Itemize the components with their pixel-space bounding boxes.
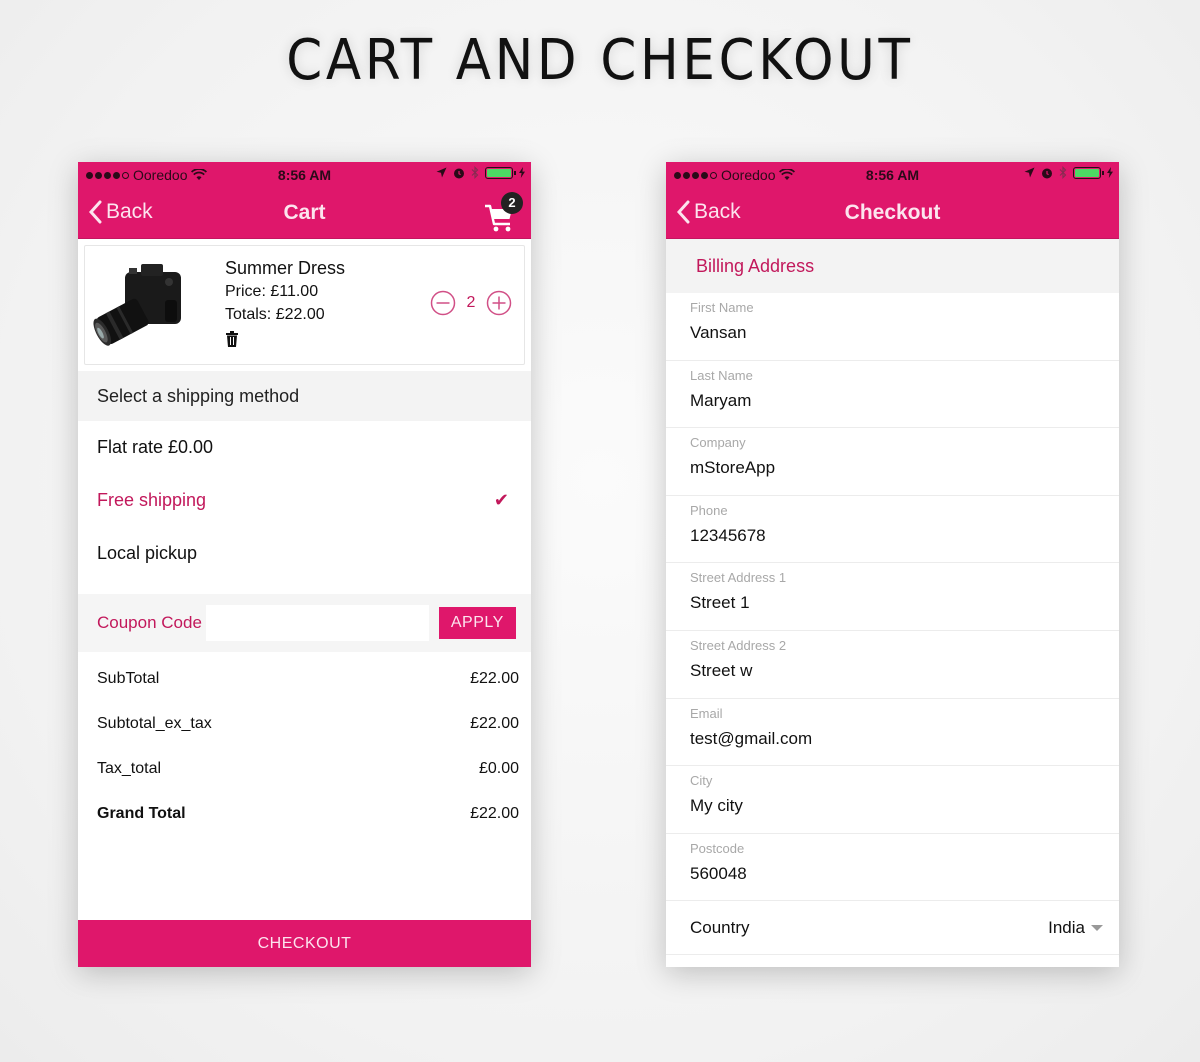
- total-label: Subtotal_ex_tax: [97, 714, 212, 732]
- location-arrow-icon: [436, 167, 447, 178]
- product-price: Price: £11.00: [225, 283, 319, 300]
- alarm-icon: [454, 168, 464, 178]
- field-label: First Name: [690, 300, 754, 315]
- charging-bolt-icon: [1107, 167, 1113, 178]
- charging-bolt-icon: [519, 167, 525, 178]
- field-postcode: Postcode: [666, 834, 1119, 902]
- field-street-address-2: Street Address 2: [666, 631, 1119, 699]
- cart-screen: Ooredoo 8:56 AM Back Cart 2 Summer Dress…: [78, 162, 531, 967]
- battery-icon: [1073, 166, 1104, 179]
- city-input[interactable]: [690, 796, 1090, 817]
- field-label: Company: [690, 435, 746, 451]
- back-button[interactable]: Back: [88, 200, 153, 224]
- cart-button[interactable]: 2: [483, 192, 523, 234]
- field-label: Last Name: [690, 367, 753, 383]
- total-value: £22.00: [470, 804, 519, 822]
- alarm-icon: [1042, 168, 1052, 178]
- apply-coupon-button[interactable]: APPLY: [438, 607, 516, 639]
- field-first-name: First Name: [666, 293, 1119, 361]
- cart-count-badge: 2: [501, 192, 523, 214]
- battery-icon: [485, 166, 516, 179]
- field-phone: Phone: [666, 496, 1119, 564]
- field-label: Postcode: [690, 840, 745, 856]
- field-label: Street Address 2: [690, 637, 787, 653]
- status-bar: Ooredoo 8:56 AM: [666, 162, 1119, 188]
- shipping-method-list: Flat rate £0.00 Free shipping ✔ Local pi…: [78, 421, 531, 594]
- quantity-value: 2: [466, 294, 476, 311]
- shipping-option-label: Local pickup: [97, 543, 198, 563]
- quantity-stepper: 2: [430, 290, 512, 316]
- field-email: Email: [666, 699, 1119, 767]
- field-label: Street Address 1: [690, 570, 787, 586]
- field-label: Email: [690, 705, 723, 721]
- status-bar: Ooredoo 8:56 AM: [78, 162, 531, 188]
- checkout-screen: Ooredoo 8:56 AM Back Checkout Billing Ad…: [666, 162, 1119, 967]
- shipping-method-header: Select a shipping method: [78, 371, 531, 421]
- minus-circle-icon[interactable]: [430, 290, 456, 316]
- billing-address-header: Billing Address: [666, 239, 1119, 293]
- company-input[interactable]: [690, 458, 1090, 479]
- dropdown-caret-icon: [1091, 924, 1103, 931]
- nav-bar: Back Checkout: [666, 188, 1119, 239]
- chevron-left-icon: [676, 200, 690, 224]
- shipping-option-free-shipping[interactable]: Free shipping ✔: [78, 474, 531, 527]
- field-street-address-1: Street Address 1: [666, 563, 1119, 631]
- country-label: Country: [690, 917, 750, 937]
- total-row-subtotal-ex-tax: Subtotal_ex_tax £22.00: [97, 701, 519, 746]
- last-name-input[interactable]: [690, 390, 1090, 411]
- cart-item: Summer Dress Price: £11.00 Totals: £22.0…: [84, 245, 525, 365]
- field-last-name: Last Name: [666, 361, 1119, 429]
- checkout-button[interactable]: CHECKOUT: [78, 920, 531, 967]
- country-select[interactable]: Country India: [666, 901, 1119, 956]
- back-label: Back: [694, 200, 741, 223]
- page-title: CART AND CHECKOUT: [286, 28, 914, 93]
- total-row-tax: Tax_total £0.00: [97, 746, 519, 791]
- camera-product-image: [93, 264, 181, 346]
- first-name-input[interactable]: [690, 323, 1090, 343]
- coupon-label: Coupon Code: [97, 613, 202, 632]
- trash-icon[interactable]: [225, 331, 239, 347]
- total-label: Tax_total: [97, 759, 162, 777]
- total-label: Grand Total: [97, 804, 186, 822]
- coupon-code-input[interactable]: [205, 605, 429, 641]
- back-label: Back: [106, 200, 153, 223]
- street-address-2-input[interactable]: [690, 660, 1090, 681]
- phone-input[interactable]: [690, 525, 1090, 546]
- email-input[interactable]: [690, 728, 1090, 749]
- product-name: Summer Dress: [225, 258, 346, 278]
- coupon-row: Coupon Code APPLY: [78, 594, 531, 652]
- field-label: City: [690, 773, 713, 789]
- total-value: £22.00: [470, 669, 519, 687]
- field-city: City: [666, 766, 1119, 834]
- bluetooth-icon: [1059, 166, 1067, 179]
- checkmark-icon: ✔: [493, 490, 509, 510]
- shipping-option-local-pickup[interactable]: Local pickup: [78, 527, 531, 580]
- street-address-1-input[interactable]: [690, 593, 1090, 614]
- nav-bar: Back Cart 2: [78, 188, 531, 239]
- shipping-option-label: Flat rate £0.00: [97, 437, 214, 457]
- field-company: Company: [666, 428, 1119, 496]
- back-button[interactable]: Back: [676, 200, 741, 224]
- product-totals: Totals: £22.00: [225, 306, 325, 323]
- total-label: SubTotal: [97, 669, 160, 687]
- country-value: India: [1048, 917, 1085, 937]
- postcode-input[interactable]: [690, 863, 1090, 884]
- shipping-option-flat-rate[interactable]: Flat rate £0.00: [78, 421, 531, 474]
- total-value: £0.00: [478, 759, 519, 777]
- shipping-option-label: Free shipping: [97, 490, 207, 510]
- plus-circle-icon[interactable]: [486, 290, 512, 316]
- total-row-grand-total: Grand Total £22.00: [97, 791, 519, 836]
- field-label: Phone: [690, 502, 728, 518]
- order-totals: SubTotal £22.00 Subtotal_ex_tax £22.00 T…: [78, 652, 531, 836]
- chevron-left-icon: [88, 200, 102, 224]
- total-value: £22.00: [470, 714, 519, 732]
- bluetooth-icon: [471, 166, 479, 179]
- total-row-subtotal: SubTotal £22.00: [97, 656, 519, 701]
- location-arrow-icon: [1024, 167, 1035, 178]
